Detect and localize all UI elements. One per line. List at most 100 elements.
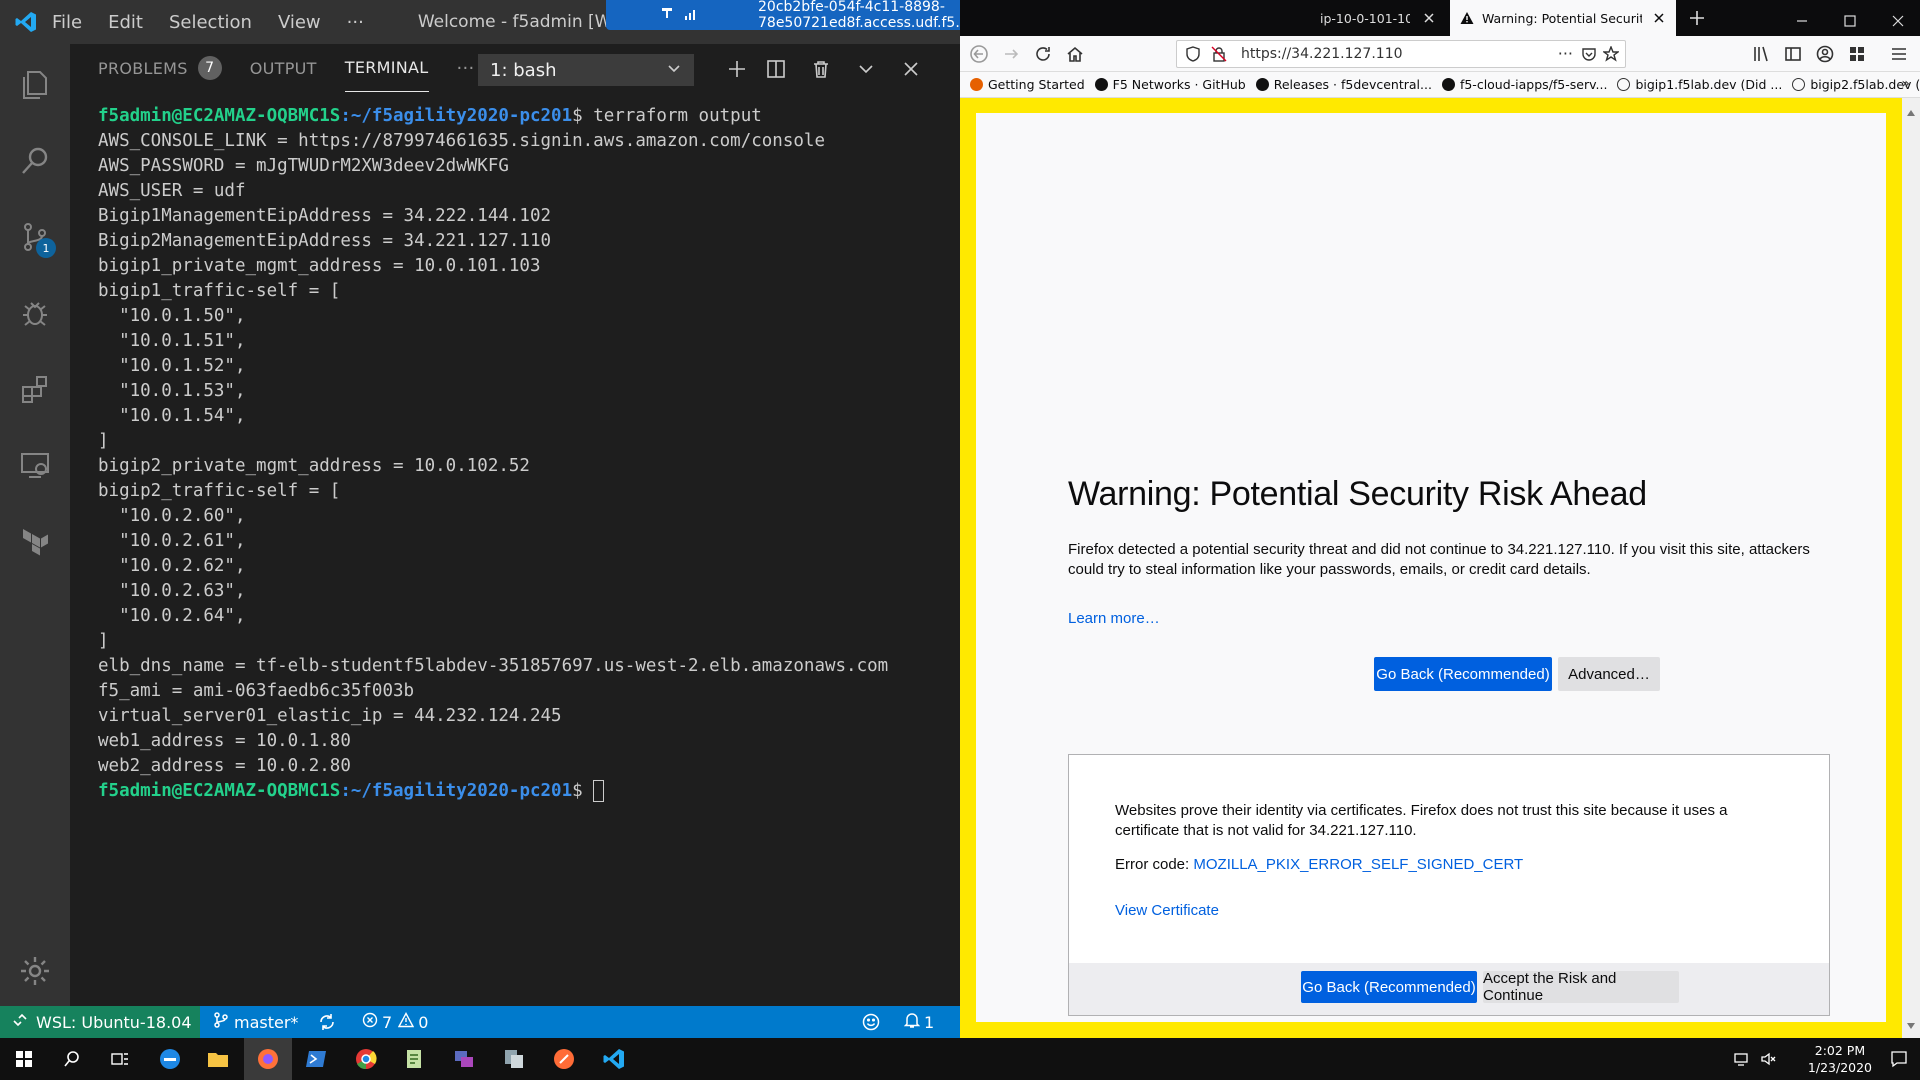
scroll-down-icon[interactable] <box>1906 1015 1916 1034</box>
terminal-line: bigip2_traffic-self = [ <box>98 481 341 501</box>
learn-more-link[interactable]: Learn more… <box>1068 610 1828 627</box>
menu-view[interactable]: View <box>278 12 321 33</box>
action-center-icon[interactable] <box>1890 1050 1908 1072</box>
maximize-panel-icon[interactable] <box>853 56 879 82</box>
windows-start-icon[interactable] <box>0 1038 48 1080</box>
postman-icon[interactable] <box>540 1038 588 1080</box>
sync-icon[interactable] <box>318 1006 336 1038</box>
tab-output[interactable]: OUTPUT <box>250 44 317 92</box>
bookmark-star-icon[interactable] <box>1601 45 1621 66</box>
view-certificate-link[interactable]: View Certificate <box>1115 902 1219 919</box>
trash-icon[interactable] <box>808 56 834 82</box>
vscode-window: File Edit Selection View ··· Welcome - f… <box>0 0 960 1038</box>
window-maximize-icon[interactable] <box>1844 12 1856 31</box>
warning-triangle-icon <box>1460 11 1474 25</box>
source-control-icon[interactable]: 1 <box>0 202 70 272</box>
library-icon[interactable] <box>1752 45 1770 67</box>
tab-bigip1[interactable]: ip-10-0-101-103.us- <box>1310 0 1410 36</box>
pin-icon[interactable] <box>660 6 674 24</box>
tab-problems-label: PROBLEMS <box>98 58 188 78</box>
bookmark-f5-cloud-iapps[interactable]: f5-cloud-iapps/f5-serv... <box>1441 77 1607 92</box>
tab-close-icon[interactable] <box>1652 11 1666 25</box>
go-back-button[interactable]: Go Back (Recommended) <box>1374 657 1552 691</box>
task-view-icon[interactable] <box>96 1038 144 1080</box>
network-tray-icon[interactable] <box>1734 1051 1750 1071</box>
search-icon[interactable] <box>48 1038 96 1080</box>
window-minimize-icon[interactable] <box>1796 12 1808 31</box>
tracking-shield-icon[interactable] <box>1185 46 1201 66</box>
windows-taskbar: 2:02 PM 1/23/2020 <box>0 1038 1920 1080</box>
tab-bigip1-close-icon[interactable] <box>1422 10 1436 29</box>
new-terminal-icon[interactable] <box>724 56 750 82</box>
settings-gear-icon[interactable] <box>0 936 70 1006</box>
new-tab-icon[interactable] <box>1688 9 1706 31</box>
bookmark-f5-github[interactable]: F5 Networks · GitHub <box>1094 77 1246 92</box>
bookmark-getting-started[interactable]: Getting Started <box>970 77 1085 92</box>
tab-strip: ip-10-0-101-103.us- Warning: Potential S… <box>960 0 1920 36</box>
accept-risk-button[interactable]: Accept the Risk and Continue <box>1483 970 1679 1004</box>
volume-muted-icon[interactable] <box>1760 1051 1776 1071</box>
split-terminal-icon[interactable] <box>763 56 789 82</box>
pocket-icon[interactable] <box>1581 46 1597 66</box>
tab-terminal[interactable]: TERMINAL <box>344 44 429 92</box>
edge-icon[interactable] <box>146 1038 194 1080</box>
tab-problems[interactable]: PROBLEMS 7 <box>98 44 222 92</box>
tab-security-warning-label: Warning: Potential Security Ris <box>1482 10 1642 26</box>
advanced-button[interactable]: Advanced… <box>1558 657 1660 691</box>
terminal-line: "10.0.2.60", <box>98 506 246 526</box>
file-explorer-icon[interactable] <box>194 1038 242 1080</box>
error-code-line: Error code: MOZILLA_PKIX_ERROR_SELF_SIGN… <box>1115 855 1755 875</box>
window-close-icon[interactable] <box>1892 12 1904 31</box>
chrome-icon[interactable] <box>342 1038 390 1080</box>
notifications-indicator[interactable]: 1 <box>903 1006 934 1038</box>
go-back-button-secondary[interactable]: Go Back (Recommended) <box>1301 971 1477 1003</box>
page-scrollbar[interactable] <box>1902 98 1920 1038</box>
remote-explorer-icon[interactable] <box>0 430 70 500</box>
terminal-output[interactable]: f5admin@EC2AMAZ-OQBMC1S:~/f5agility2020-… <box>98 104 948 804</box>
account-icon[interactable] <box>1816 45 1834 67</box>
close-panel-icon[interactable] <box>898 56 924 82</box>
panel-more-button[interactable]: ··· <box>457 44 475 92</box>
error-code-link[interactable]: MOZILLA_PKIX_ERROR_SELF_SIGNED_CERT <box>1193 856 1523 873</box>
powershell-icon[interactable] <box>292 1038 340 1080</box>
menu-more[interactable]: ··· <box>347 12 364 33</box>
back-icon[interactable] <box>970 45 988 67</box>
sidebar-icon[interactable] <box>1784 45 1802 67</box>
hamburger-menu-icon[interactable] <box>1890 45 1908 67</box>
system-clock[interactable]: 2:02 PM 1/23/2020 <box>1808 1042 1872 1076</box>
page-actions-icon[interactable]: ··· <box>1558 44 1573 63</box>
home-icon[interactable] <box>1066 45 1084 67</box>
network-tool-icon[interactable] <box>440 1038 488 1080</box>
extensions-icon[interactable] <box>0 354 70 424</box>
reload-icon[interactable] <box>1034 45 1052 67</box>
bookmarks-overflow-icon[interactable]: » <box>1901 76 1910 92</box>
url-bar[interactable]: https://34.221.127.110 ··· <box>1176 40 1626 68</box>
menu-file[interactable]: File <box>52 12 82 33</box>
feedback-smiley-icon[interactable] <box>862 1006 880 1038</box>
branch-indicator[interactable]: master* <box>214 1006 298 1038</box>
terminal-line: ] <box>98 631 109 651</box>
bookmark-bigip1[interactable]: bigip1.f5lab.dev (Did ... <box>1617 77 1782 92</box>
insecure-lock-icon[interactable] <box>1211 46 1227 66</box>
globe-icon <box>1617 78 1631 91</box>
terminal-select[interactable]: 1: bash <box>478 54 694 86</box>
debug-icon[interactable] <box>0 278 70 348</box>
firefox-taskbar-icon[interactable] <box>244 1038 292 1080</box>
menu-selection[interactable]: Selection <box>169 12 252 33</box>
forward-icon[interactable] <box>1002 45 1020 67</box>
extensions-puzzle-icon[interactable] <box>1848 45 1866 67</box>
bookmark-releases[interactable]: Releases · f5devcentral... <box>1255 77 1432 92</box>
github-icon <box>1441 78 1455 91</box>
tab-security-warning[interactable]: Warning: Potential Security Ris <box>1450 0 1676 36</box>
app-icon[interactable] <box>490 1038 538 1080</box>
scroll-up-icon[interactable] <box>1906 102 1916 121</box>
terminal-line: virtual_server01_elastic_ip = 44.232.124… <box>98 706 562 726</box>
remote-indicator[interactable]: WSL: Ubuntu-18.04 <box>0 1006 200 1038</box>
terraform-icon[interactable] <box>0 506 70 576</box>
notepad-icon[interactable] <box>390 1038 438 1080</box>
vscode-taskbar-icon[interactable] <box>590 1038 638 1080</box>
explorer-icon[interactable] <box>0 50 70 120</box>
problems-indicator[interactable]: 7 0 <box>362 1006 428 1038</box>
search-icon[interactable] <box>0 126 70 196</box>
menu-edit[interactable]: Edit <box>108 12 143 33</box>
